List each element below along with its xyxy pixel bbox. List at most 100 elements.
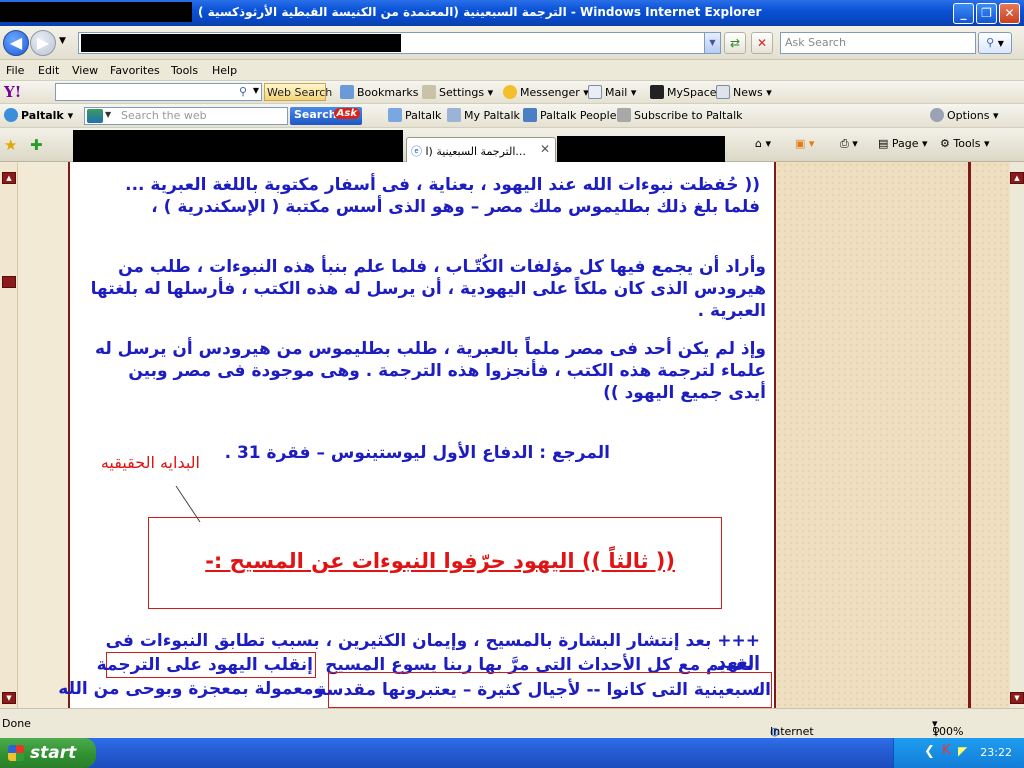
paragraph-3: وإذ لم يكن أحد فى مصر ملماً بالعبرية ، ط… (95, 339, 766, 403)
redacted-url (81, 34, 401, 52)
redacted-tabs (73, 130, 403, 162)
settings-menu[interactable]: Settings ▾ (422, 85, 493, 99)
my-paltalk-icon (447, 108, 461, 122)
stop-icon[interactable]: ✕ (751, 32, 773, 54)
left-rail: ▲ ▼ (0, 162, 18, 708)
person-icon (523, 108, 537, 122)
news-menu[interactable]: News ▾ (716, 85, 772, 99)
zoom-control[interactable]: ⚲ 100% ▾ (932, 717, 963, 738)
start-button[interactable]: start (0, 738, 96, 768)
menu-help[interactable]: Help (212, 64, 237, 77)
feeds-icon[interactable]: ▣ ▾ (795, 137, 814, 150)
heading-box: (( ثالثاً )) اليهود حرّفوا النبوءات عن ا… (148, 517, 722, 609)
address-input[interactable]: ▼ (78, 32, 721, 54)
menu-tools[interactable]: Tools (171, 64, 198, 77)
chevron-down-icon[interactable]: ▼ (253, 86, 259, 95)
menu-file[interactable]: File (6, 64, 24, 77)
highlight-box-2: السبعينية التى كانوا -- لأجيال كثيرة – ي… (316, 672, 772, 708)
forward-button[interactable]: ▶ (30, 30, 56, 56)
gear-icon (930, 108, 944, 122)
scroll-thumb[interactable] (2, 276, 16, 288)
add-favorite-icon[interactable]: ✚ (30, 136, 43, 154)
yahoo-search-input[interactable]: ⚲ ▼ (55, 83, 262, 101)
highlight-text-1: إنقلب اليهود على الترجمة (96, 655, 313, 675)
paltalk-icon (4, 108, 18, 122)
taskbar: start ❮ K ◤ 23:22 (0, 738, 1024, 768)
news-icon (716, 85, 730, 99)
myspace-link[interactable]: MySpace (650, 85, 717, 99)
annotation-label: البدايه الحقيقيه (100, 453, 200, 472)
tray-app-icon[interactable]: K (942, 743, 951, 758)
redacted-region (0, 2, 192, 22)
menu-bar: File Edit View Favorites Tools Help (0, 61, 1024, 81)
settings-icon (422, 85, 436, 99)
redacted-tab (557, 136, 725, 164)
home-icon[interactable]: ⌂ ▾ (755, 137, 771, 150)
web-search-button[interactable]: Web Search (264, 83, 332, 101)
menu-favorites[interactable]: Favorites (110, 64, 160, 77)
tools-menu[interactable]: ⚙ Tools ▾ (940, 137, 990, 150)
highlight-box-1: إنقلب اليهود على الترجمة (96, 652, 316, 678)
scroll-down-icon[interactable]: ▼ (2, 692, 16, 704)
scroll-up-icon[interactable]: ▲ (2, 172, 16, 184)
ask-logo: Ask (333, 108, 360, 119)
myspace-icon (650, 85, 664, 99)
search-go-button[interactable]: ⚲ ▼ (978, 32, 1012, 54)
paltalk-link[interactable]: Paltalk (388, 108, 441, 122)
search-icon[interactable]: ⚲ (239, 85, 247, 98)
mail-menu[interactable]: Mail ▾ (588, 85, 636, 99)
tray-status-icon[interactable]: ◤ (958, 744, 967, 758)
refresh-icon[interactable]: ⇄ (724, 32, 746, 54)
yahoo-logo[interactable]: Y! (4, 83, 21, 101)
bookmark-icon (340, 85, 354, 99)
globe-icon (87, 109, 103, 123)
paragraph-2: وأراد أن يجمع فيها كل مؤلفات الكُتّـاب ،… (90, 257, 766, 321)
window-title: الترجمة السبعينية (المعتمدة من الكنيسة ا… (198, 5, 762, 19)
tab-label: الترجمة السبعينية (ا... (425, 145, 526, 158)
address-dropdown-icon[interactable]: ▼ (704, 33, 720, 53)
paltalk-search-input[interactable]: ▼ Search the web (84, 107, 288, 125)
menu-view[interactable]: View (72, 64, 98, 77)
ask-search-input[interactable]: Ask Search (780, 32, 976, 54)
bookmarks-menu[interactable]: Bookmarks ▾ (340, 85, 428, 99)
article-panel: (( حُفظت نبوءات الله عند اليهود ، بعناية… (58, 162, 776, 708)
recent-pages-dropdown-icon[interactable]: ▼ (59, 36, 66, 46)
chevron-down-icon[interactable]: ▼ (105, 110, 111, 119)
title-bar: الترجمة السبعينية (المعتمدة من الكنيسة ا… (0, 0, 1024, 26)
close-tab-icon[interactable]: ✕ (540, 142, 550, 156)
page-content[interactable]: ▲ ▼ (( حُفظت نبوءات الله عند اليهود ، بع… (0, 162, 1024, 708)
page-menu[interactable]: ▤ Page ▾ (878, 137, 928, 150)
favorites-star-icon[interactable]: ★ (4, 136, 17, 154)
maximize-button[interactable]: ❐ (976, 3, 997, 24)
paltalk-people-link[interactable]: Paltalk People (523, 108, 616, 122)
scroll-up-icon[interactable]: ▲ (1010, 172, 1024, 184)
paltalk-search-button[interactable]: Search Ask (290, 107, 362, 125)
subscribe-link[interactable]: Subscribe to Paltalk (617, 108, 743, 122)
tray-arrow-icon[interactable]: ❮ (924, 744, 935, 759)
options-menu[interactable]: Options ▾ (930, 108, 998, 122)
messenger-menu[interactable]: Messenger ▾ (503, 85, 589, 99)
clock: 23:22 (980, 746, 1012, 759)
print-icon[interactable]: ⎙ ▾ (840, 137, 858, 151)
tab-active[interactable]: ⓔ الترجمة السبعينية (ا... ✕ (406, 137, 556, 162)
smiley-icon (503, 85, 517, 99)
my-paltalk-link[interactable]: My Paltalk (447, 108, 520, 122)
section-heading: (( ثالثاً )) اليهود حرّفوا النبوءات عن ا… (205, 549, 675, 573)
back-button[interactable]: ◀ (3, 30, 29, 56)
menu-edit[interactable]: Edit (38, 64, 59, 77)
page-icon: ▤ (878, 137, 889, 150)
paltalk-brand[interactable]: Paltalk ▾ (4, 108, 73, 122)
page-scrollbar[interactable]: ▲ ▼ (1010, 162, 1024, 708)
minimize-button[interactable]: _ (953, 3, 974, 24)
reference-line: المرجع : الدفاع الأول ليوستينوس – فقرة 3… (224, 443, 610, 463)
highlight-text-2: السبعينية التى كانوا -- لأجيال كثيرة – ي… (316, 680, 771, 700)
status-bar: Done ◍ Internet ⚲ 100% ▾ (0, 708, 1024, 738)
decorative-background (776, 162, 1024, 708)
wrench-icon (617, 108, 631, 122)
ie-page-icon: ⓔ (411, 145, 422, 158)
search-icon: ⚲ (986, 36, 995, 49)
scroll-down-icon[interactable]: ▼ (1010, 692, 1024, 704)
mail-icon (588, 85, 602, 99)
close-button[interactable]: ✕ (999, 3, 1020, 24)
download-icon (388, 108, 402, 122)
